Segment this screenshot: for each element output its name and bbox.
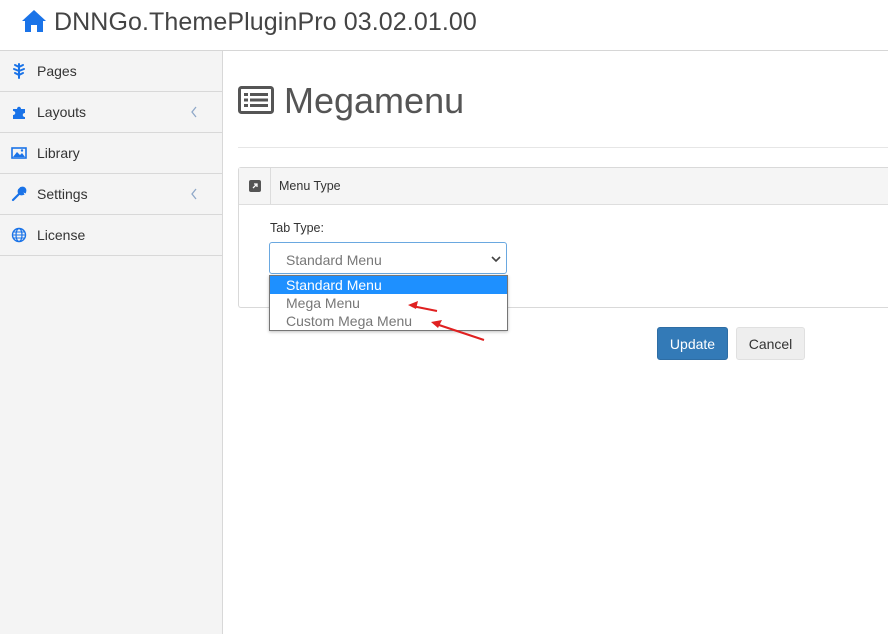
panel-header[interactable]: Menu Type: [239, 168, 888, 205]
globe-icon: [11, 227, 27, 243]
cancel-button[interactable]: Cancel: [736, 327, 805, 360]
sidebar-item-label: Settings: [37, 186, 88, 202]
sidebar-item-license[interactable]: License: [0, 215, 222, 256]
app-title: DNNGo.ThemePluginPro 03.02.01.00: [54, 8, 477, 36]
image-icon: [11, 147, 27, 159]
select-value: Standard Menu: [286, 252, 382, 268]
tab-type-label: Tab Type:: [270, 221, 324, 235]
annotation-arrows: [408, 301, 485, 341]
external-link-icon: [249, 180, 261, 192]
app-header: DNNGo.ThemePluginPro 03.02.01.00: [0, 0, 888, 51]
sidebar-item-library[interactable]: Library: [0, 133, 222, 174]
wrench-icon: [11, 186, 27, 202]
sidebar-item-pages[interactable]: Pages: [0, 51, 222, 92]
puzzle-icon: [13, 106, 25, 119]
chevron-down-icon: [491, 256, 501, 263]
panel-title: Menu Type: [279, 179, 341, 193]
sidebar-item-layouts[interactable]: Layouts: [0, 92, 222, 133]
page-title: Megamenu: [284, 80, 465, 121]
sidebar-item-settings[interactable]: Settings: [0, 174, 222, 215]
tab-type-select[interactable]: Standard Menu: [269, 242, 507, 274]
option-standard-menu[interactable]: Standard Menu: [270, 276, 507, 294]
title-divider: [238, 147, 888, 148]
sidebar-item-label: Layouts: [37, 104, 87, 120]
chevron-left-icon: [191, 188, 197, 200]
update-button[interactable]: Update: [657, 327, 728, 360]
home-icon[interactable]: [21, 9, 47, 33]
panel-toggle[interactable]: [239, 168, 271, 204]
sidebar-item-label: Pages: [37, 63, 77, 79]
chevron-left-icon: [191, 106, 197, 118]
tree-icon: [13, 63, 25, 79]
list-icon: [238, 86, 274, 114]
sidebar-item-label: Library: [37, 145, 80, 161]
sidebar-item-label: License: [37, 227, 86, 243]
sidebar: Pages Layouts Library Settings License: [0, 51, 223, 634]
